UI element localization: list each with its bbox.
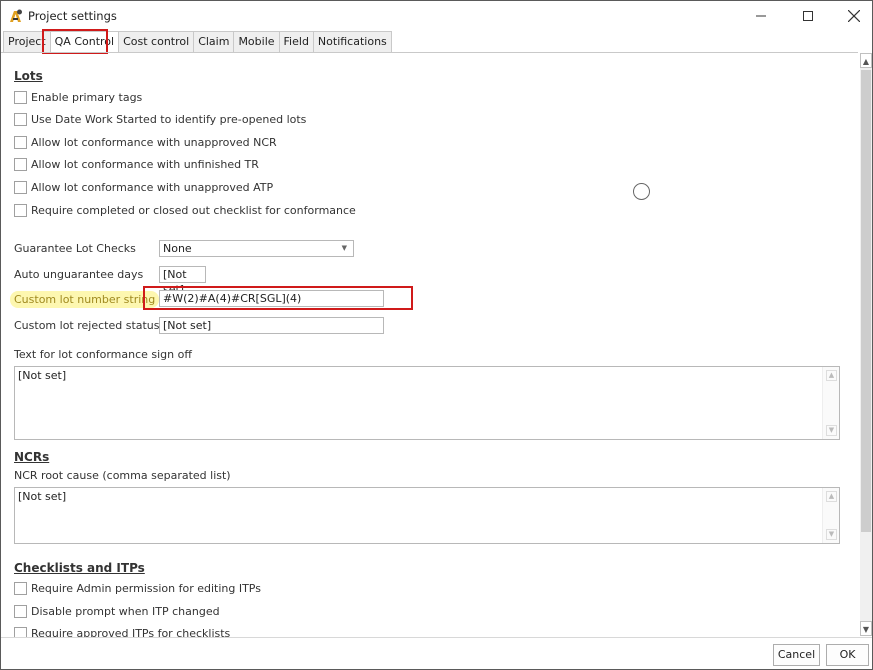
cancel-button[interactable]: Cancel (773, 644, 820, 666)
textarea-scrollbar[interactable]: ▲ ▼ (822, 488, 839, 543)
tab-field[interactable]: Field (278, 31, 314, 52)
tab-mobile[interactable]: Mobile (233, 31, 280, 52)
checklists-section-title: Checklists and ITPs (14, 561, 145, 575)
window-title: Project settings (28, 9, 117, 23)
checkbox-allow-unfinished-tr[interactable]: Allow lot conformance with unfinished TR (14, 156, 259, 172)
checkbox[interactable] (14, 180, 27, 194)
checkbox-require-completed-checklist[interactable]: Require completed or closed out checklis… (14, 202, 356, 218)
tab-cost-control[interactable]: Cost control (118, 31, 195, 52)
checkbox-enable-primary-tags[interactable]: Enable primary tags (14, 89, 142, 105)
project-settings-window: Project settings Project QA Control Cost… (0, 0, 873, 670)
scrollbar-thumb[interactable] (861, 70, 871, 532)
minimize-button[interactable] (738, 1, 784, 31)
checkbox-use-date-work-started[interactable]: Use Date Work Started to identify pre-op… (14, 111, 306, 127)
checkbox[interactable] (14, 90, 27, 104)
guarantee-lot-checks-label: Guarantee Lot Checks (14, 242, 136, 255)
checkbox-require-admin-permission[interactable]: Require Admin permission for editing ITP… (14, 580, 261, 596)
cursor-indicator (633, 183, 650, 200)
scroll-down-icon[interactable]: ▼ (826, 425, 837, 436)
dropdown-value: None (163, 242, 192, 255)
vertical-scrollbar[interactable]: ▲ ▼ (860, 53, 872, 636)
lot-signoff-label: Text for lot conformance sign off (14, 348, 192, 361)
lot-signoff-textarea[interactable]: [Not set] ▲ ▼ (14, 366, 840, 440)
ncr-root-cause-label: NCR root cause (comma separated list) (14, 469, 231, 482)
custom-lot-rejected-status-label: Custom lot rejected status (14, 319, 160, 332)
checkbox-disable-prompt-itp[interactable]: Disable prompt when ITP changed (14, 603, 220, 619)
scroll-up-icon[interactable]: ▲ (860, 53, 872, 68)
checkbox-label: Require Admin permission for editing ITP… (31, 581, 261, 595)
tab-notifications[interactable]: Notifications (312, 31, 392, 52)
scroll-up-icon[interactable]: ▲ (826, 491, 837, 502)
ncrs-section-title: NCRs (14, 450, 50, 464)
auto-unguarantee-days-label: Auto unguarantee days (14, 268, 144, 281)
checkbox[interactable] (14, 135, 27, 149)
checkbox-label: Require completed or closed out checklis… (31, 203, 356, 217)
checkbox[interactable] (14, 581, 27, 595)
checkbox[interactable] (14, 157, 27, 171)
dialog-footer: Cancel OK (1, 637, 872, 669)
custom-lot-rejected-status-input[interactable]: [Not set] (159, 317, 384, 334)
checkbox-label: Use Date Work Started to identify pre-op… (31, 112, 307, 126)
lots-section-title: Lots (14, 69, 43, 83)
checkbox-label: Enable primary tags (31, 90, 143, 104)
ncr-root-cause-textarea[interactable]: [Not set] ▲ ▼ (14, 487, 840, 544)
app-icon (8, 8, 24, 24)
custom-lot-number-highlight (143, 286, 413, 310)
guarantee-lot-checks-dropdown[interactable]: None ▼ (159, 240, 354, 257)
ok-button[interactable]: OK (826, 644, 869, 666)
chevron-down-icon: ▼ (341, 244, 347, 252)
title-bar: Project settings (1, 1, 872, 31)
maximize-button[interactable] (785, 1, 831, 31)
textarea-scrollbar[interactable]: ▲ ▼ (822, 367, 839, 439)
checkbox[interactable] (14, 604, 27, 618)
checkbox-label: Disable prompt when ITP changed (31, 604, 220, 618)
checkbox-allow-unapproved-ncr[interactable]: Allow lot conformance with unapproved NC… (14, 134, 277, 150)
qa-control-tab-highlight (42, 29, 108, 54)
checkbox-label: Allow lot conformance with unapproved NC… (31, 135, 277, 149)
settings-content: Lots Enable primary tags Use Date Work S… (1, 52, 858, 638)
scroll-down-icon[interactable]: ▼ (860, 621, 872, 636)
textarea-value: [Not set] (18, 490, 67, 503)
tab-claim[interactable]: Claim (193, 31, 235, 52)
checkbox[interactable] (14, 112, 27, 126)
textarea-value: [Not set] (18, 369, 67, 382)
auto-unguarantee-days-input[interactable]: [Not set] (159, 266, 206, 296)
custom-lot-number-label: Custom lot number string (10, 291, 160, 308)
checkbox-allow-unapproved-atp[interactable]: Allow lot conformance with unapproved AT… (14, 179, 273, 195)
close-button[interactable] (831, 1, 872, 31)
checkbox[interactable] (14, 203, 27, 217)
checkbox-label: Allow lot conformance with unapproved AT… (31, 180, 274, 194)
scroll-up-icon[interactable]: ▲ (826, 370, 837, 381)
checkbox-label: Allow lot conformance with unfinished TR (31, 157, 259, 171)
scroll-down-icon[interactable]: ▼ (826, 529, 837, 540)
